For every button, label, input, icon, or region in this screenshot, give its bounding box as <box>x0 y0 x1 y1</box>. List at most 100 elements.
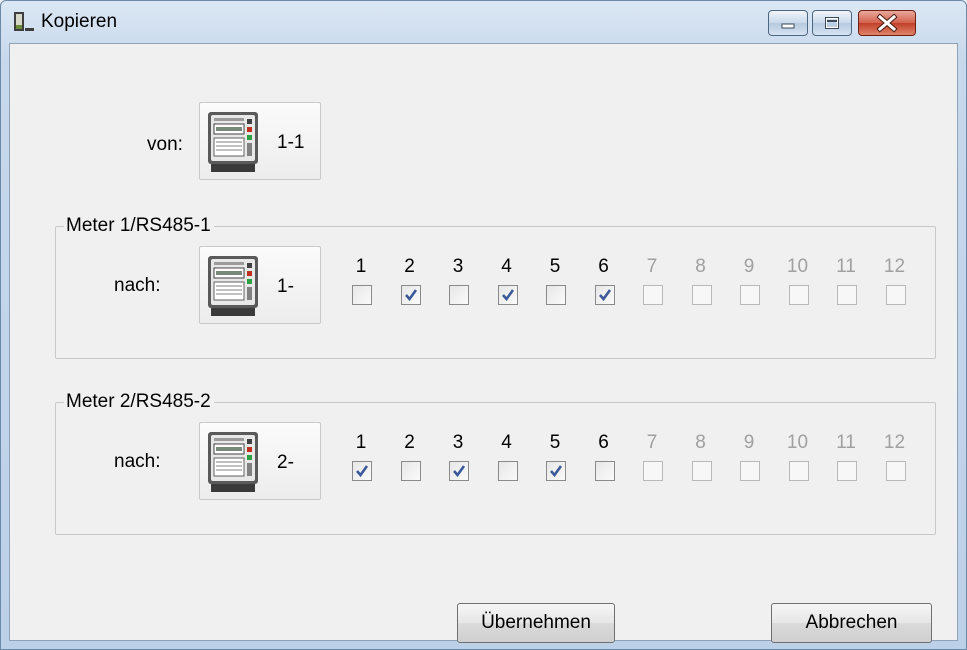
checkbox-2[interactable]: 2 <box>392 433 428 493</box>
checkbox-unchecked <box>643 461 663 481</box>
checkbox-checked[interactable] <box>400 285 421 305</box>
checkbox-label: 9 <box>743 432 755 453</box>
target-meter-button-2[interactable]: 2- <box>199 422 321 500</box>
checkbox-2[interactable]: 2 <box>392 257 428 317</box>
target-meter-label: 1- <box>277 276 294 297</box>
source-meter-label: 1-1 <box>277 132 305 153</box>
group-meter-2: Meter 2/RS485-2 nach: 2- 1 2 3 4 5 6 7 8… <box>55 391 936 535</box>
minimize-icon <box>781 23 795 29</box>
checkbox-label: 11 <box>836 256 856 277</box>
checkbox-12: 12 <box>877 433 913 493</box>
checkbox-label: 5 <box>549 432 561 453</box>
checkbox-unchecked[interactable] <box>400 461 421 481</box>
dialog-client-area: von: 1-1 Meter 1/RS485-1 nach: 1- 1 2 3 … <box>9 43 958 643</box>
checkbox-3[interactable]: 3 <box>440 433 476 493</box>
checkmark-icon <box>356 465 369 478</box>
checkbox-label: 8 <box>695 256 706 277</box>
maximize-button[interactable] <box>812 10 852 36</box>
checkbox-label: 9 <box>743 256 755 277</box>
checkbox-unchecked <box>885 461 906 481</box>
checkbox-label: 6 <box>598 432 609 453</box>
checkbox-checked[interactable] <box>449 461 469 481</box>
checkbox-checked[interactable] <box>594 285 615 305</box>
checkbox-unchecked <box>643 285 663 305</box>
close-icon <box>876 13 898 33</box>
checkbox-label: 5 <box>549 256 561 277</box>
checkbox-5[interactable]: 5 <box>537 257 573 317</box>
checkbox-unchecked <box>885 285 906 305</box>
checkbox-8: 8 <box>683 433 719 493</box>
checkbox-10: 10 <box>780 433 816 493</box>
close-button[interactable] <box>858 10 916 36</box>
checkbox-4[interactable]: 4 <box>489 433 525 493</box>
checkbox-1[interactable]: 1 <box>343 257 379 317</box>
apply-button[interactable]: Übernehmen <box>457 603 615 643</box>
checkbox-label: 12 <box>883 256 906 277</box>
checkbox-unchecked[interactable] <box>352 285 372 305</box>
checkbox-label: 12 <box>883 432 906 453</box>
checkbox-unchecked <box>788 461 809 481</box>
checkbox-checked[interactable] <box>497 285 518 305</box>
checkbox-label: 11 <box>836 432 856 453</box>
checkbox-label: 10 <box>786 256 809 277</box>
checkbox-label: 10 <box>786 432 809 453</box>
cancel-button[interactable]: Abbrechen <box>771 603 932 643</box>
checkbox-label: 3 <box>452 256 464 277</box>
checkbox-6[interactable]: 6 <box>586 433 622 493</box>
checkmark-icon <box>501 289 514 302</box>
checkbox-9: 9 <box>731 257 767 317</box>
electricity-meter-icon <box>208 256 258 316</box>
checkmark-icon <box>404 289 417 302</box>
checkbox-5[interactable]: 5 <box>537 433 573 493</box>
checkbox-7: 7 <box>634 433 670 493</box>
checkbox-unchecked <box>691 285 712 305</box>
checkbox-unchecked[interactable] <box>449 285 469 305</box>
checkbox-3[interactable]: 3 <box>440 257 476 317</box>
window-app-icon <box>14 12 34 31</box>
minimize-button[interactable] <box>768 10 808 36</box>
checkmark-icon <box>550 465 563 478</box>
checkmark-icon <box>598 289 611 302</box>
checkbox-label: 8 <box>695 432 706 453</box>
checkbox-checked[interactable] <box>352 461 372 481</box>
checkbox-8: 8 <box>683 257 719 317</box>
checkbox-unchecked <box>837 461 857 481</box>
electricity-meter-icon <box>208 432 258 492</box>
checkbox-unchecked[interactable] <box>594 461 615 481</box>
checkmark-icon <box>453 465 466 478</box>
checkbox-checked[interactable] <box>546 461 566 481</box>
checkbox-unchecked[interactable] <box>497 461 518 481</box>
checkbox-unchecked <box>740 461 760 481</box>
checkbox-11: 11 <box>828 433 864 493</box>
checkbox-label: 2 <box>404 256 415 277</box>
checkbox-label: 4 <box>501 432 512 453</box>
checkbox-unchecked <box>740 285 760 305</box>
dialog-window: Kopieren von: 1-1 Meter 1/RS485-1 nach: … <box>0 0 967 650</box>
checkbox-label: 6 <box>598 256 609 277</box>
group-title: Meter 2/RS485-2 <box>64 391 214 413</box>
checkbox-label: 1 <box>355 432 367 453</box>
title-bar[interactable]: Kopieren <box>1 1 966 43</box>
target-meter-button-1[interactable]: 1- <box>199 246 321 324</box>
checkbox-unchecked <box>837 285 857 305</box>
checkbox-label: 7 <box>646 256 658 277</box>
checkbox-label: 3 <box>452 432 464 453</box>
checkbox-11: 11 <box>828 257 864 317</box>
group-title: Meter 1/RS485-1 <box>64 215 214 237</box>
maximize-icon <box>825 17 839 29</box>
electricity-meter-icon <box>208 112 258 172</box>
checkbox-label: 7 <box>646 432 658 453</box>
target-label: nach: <box>114 451 161 472</box>
source-label: von: <box>147 134 183 155</box>
checkbox-label: 1 <box>355 256 367 277</box>
source-meter-button[interactable]: 1-1 <box>199 102 321 180</box>
checkbox-unchecked <box>691 461 712 481</box>
checkbox-6[interactable]: 6 <box>586 257 622 317</box>
checkbox-unchecked[interactable] <box>546 285 566 305</box>
target-meter-label: 2- <box>277 452 294 473</box>
group-meter-1: Meter 1/RS485-1 nach: 1- 1 2 3 4 5 6 7 8… <box>55 215 936 359</box>
checkbox-1[interactable]: 1 <box>343 433 379 493</box>
checkbox-4[interactable]: 4 <box>489 257 525 317</box>
checkbox-7: 7 <box>634 257 670 317</box>
checkbox-9: 9 <box>731 433 767 493</box>
